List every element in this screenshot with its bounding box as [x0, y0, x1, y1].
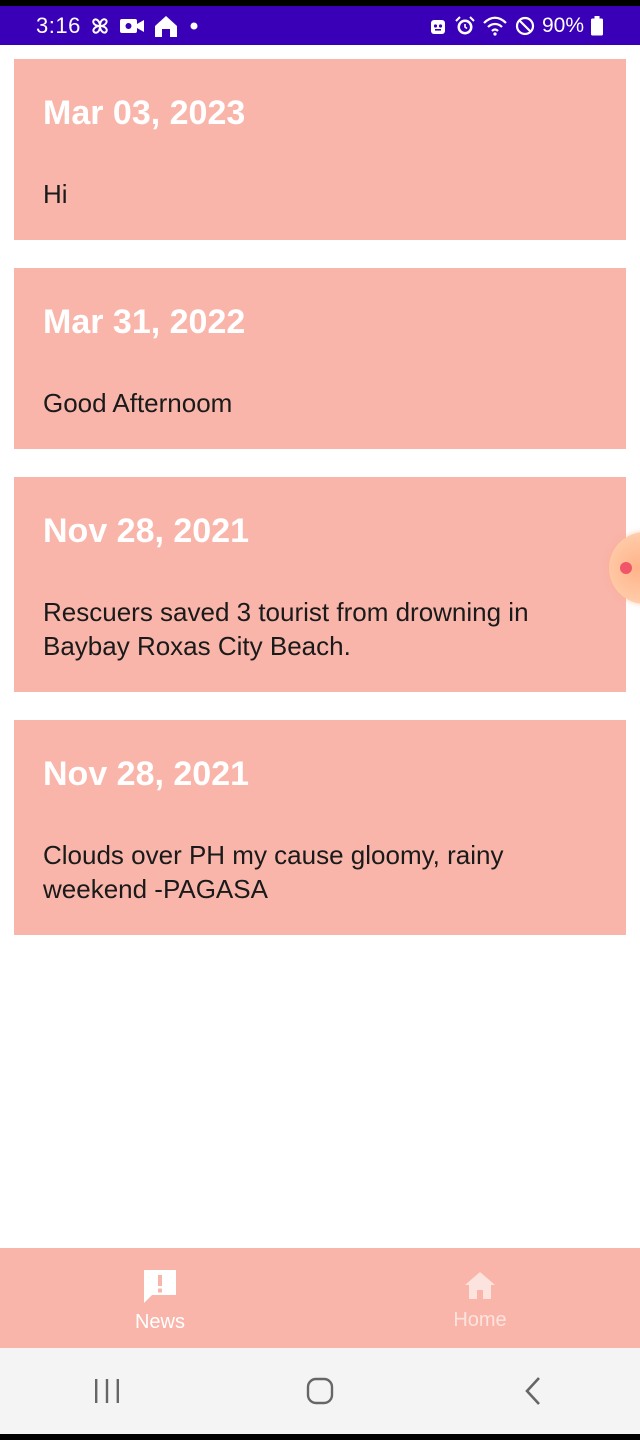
- battery-icon: [590, 15, 604, 37]
- news-text: Good Afternoom: [43, 388, 233, 418]
- recent-apps-icon: [92, 1377, 122, 1405]
- bubble-dot: [620, 562, 632, 574]
- recent-apps-button[interactable]: [67, 1361, 147, 1421]
- status-bar: 3:16 90%: [0, 6, 640, 45]
- alarm-icon: [454, 15, 476, 37]
- news-card[interactable]: Nov 28, 2021 Clouds over PH my cause glo…: [14, 720, 626, 935]
- nav-label-home: Home: [453, 1308, 507, 1331]
- announcement-icon: [141, 1267, 179, 1305]
- news-date: Mar 03, 2023: [43, 94, 246, 132]
- news-text: Rescuers saved 3 tourist from drowning i…: [43, 597, 529, 661]
- back-icon: [522, 1376, 544, 1406]
- dot-icon: [187, 19, 201, 33]
- do-not-disturb-icon: [514, 15, 536, 37]
- home-shape-icon: [153, 14, 179, 38]
- bottom-navigation: News Home: [0, 1248, 640, 1348]
- system-home-button[interactable]: [280, 1361, 360, 1421]
- pinwheel-icon: [89, 15, 111, 37]
- home-icon: [462, 1269, 498, 1303]
- app-screen: 3:16 90% Mar 03, 2023 Hi Mar 31, 2022 Go…: [0, 0, 640, 1440]
- battery-percentage: 90%: [541, 13, 584, 37]
- news-card[interactable]: Nov 28, 2021 Rescuers saved 3 tourist fr…: [14, 477, 626, 692]
- news-date: Nov 28, 2021: [43, 512, 250, 550]
- wifi-icon: [482, 15, 508, 37]
- nav-label-news: News: [134, 1310, 185, 1333]
- bottom-edge: [0, 1434, 640, 1440]
- system-navigation-bar: [0, 1348, 640, 1434]
- nav-item-news[interactable]: News: [0, 1248, 320, 1348]
- home-circle-icon: [305, 1376, 335, 1406]
- news-card[interactable]: Mar 31, 2022 Good Afternoom: [14, 268, 626, 449]
- news-feed: Mar 03, 2023 Hi Mar 31, 2022 Good Aftern…: [14, 59, 626, 963]
- robot-icon: [428, 16, 448, 36]
- news-text: Clouds over PH my cause gloomy, rainy we…: [43, 840, 504, 904]
- system-back-button[interactable]: [493, 1361, 573, 1421]
- news-text: Hi: [43, 179, 68, 209]
- news-date: Mar 31, 2022: [43, 303, 246, 341]
- nav-item-home[interactable]: Home: [320, 1248, 640, 1348]
- news-date: Nov 28, 2021: [43, 755, 250, 793]
- status-time: 3:16: [36, 12, 81, 38]
- video-call-icon: [119, 16, 145, 36]
- news-card[interactable]: Mar 03, 2023 Hi: [14, 59, 626, 240]
